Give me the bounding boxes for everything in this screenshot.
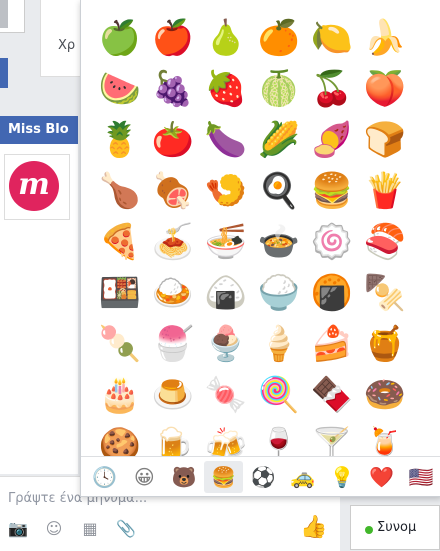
- emoji-button[interactable]: 🍆: [201, 114, 251, 165]
- emoji-button[interactable]: 🍇: [148, 63, 198, 114]
- emoji-button[interactable]: 🍧: [148, 318, 198, 369]
- emoji-button[interactable]: 🍭: [254, 369, 304, 420]
- status-label: Συνομ: [377, 520, 416, 535]
- emoji-button[interactable]: 🍳: [254, 165, 304, 216]
- emoji-button[interactable]: 🍝: [148, 216, 198, 267]
- food-tab-icon[interactable]: 🍔: [204, 461, 244, 493]
- emoji-button[interactable]: 🍡: [95, 318, 145, 369]
- activity-tab-icon[interactable]: ⚽: [243, 461, 283, 493]
- emoji-button[interactable]: 🍗: [95, 165, 145, 216]
- background-block: [0, 0, 8, 28]
- emoji-button[interactable]: 🍠: [307, 114, 357, 165]
- emoji-category-tabs: 🕓😀🐻🍔⚽🚕💡❤️🇺🇸: [81, 456, 440, 496]
- emoji-button[interactable]: 🍛: [148, 267, 198, 318]
- chat-status-bar[interactable]: Συνομ: [350, 505, 440, 550]
- chat-body: m: [0, 144, 78, 474]
- emoji-button[interactable]: 🍕: [95, 216, 145, 267]
- camera-icon[interactable]: 📷: [8, 519, 28, 539]
- emoji-button[interactable]: 🍫: [307, 369, 357, 420]
- like-button[interactable]: 👍: [300, 514, 328, 542]
- attachment-icon[interactable]: 📎: [116, 519, 136, 539]
- emoji-button[interactable]: 🍜: [201, 216, 251, 267]
- emoji-button[interactable]: 🍅: [148, 114, 198, 165]
- emoji-button[interactable]: 🍱: [95, 267, 145, 318]
- emoji-button[interactable]: 🍘: [307, 267, 357, 318]
- emoji-picker: 🍏🍎🍐🍊🍋🍌🍉🍇🍓🍈🍒🍑🍍🍅🍆🌽🍠🍞🍗🍖🍤🍳🍔🍟🍕🍝🍜🍲🍥🍣🍱🍛🍙🍚🍘🍢🍡🍧🍨🍦…: [80, 0, 440, 497]
- emoji-button[interactable]: 🍋: [307, 12, 357, 63]
- emoji-button[interactable]: 🎂: [95, 369, 145, 420]
- background-button[interactable]: [0, 58, 8, 88]
- emoji-button[interactable]: 🍥: [307, 216, 357, 267]
- emoji-button[interactable]: 🍍: [95, 114, 145, 165]
- emoji-button[interactable]: 🍮: [148, 369, 198, 420]
- emoji-button[interactable]: 🍯: [360, 318, 410, 369]
- emoji-button[interactable]: 🍏: [95, 12, 145, 63]
- emoji-button[interactable]: 🌽: [254, 114, 304, 165]
- emoji-button[interactable]: 🍑: [360, 63, 410, 114]
- emoji-button[interactable]: 🍨: [201, 318, 251, 369]
- emoji-button[interactable]: 🍙: [201, 267, 251, 318]
- partial-label: Χρ: [58, 38, 75, 53]
- emoji-button[interactable]: 🍊: [254, 12, 304, 63]
- online-dot: [365, 526, 373, 534]
- travel-tab-icon[interactable]: 🚕: [283, 461, 323, 493]
- emoji-button[interactable]: 🍖: [148, 165, 198, 216]
- animals-tab-icon[interactable]: 🐻: [164, 461, 204, 493]
- emoji-button[interactable]: 🍐: [201, 12, 251, 63]
- emoji-button[interactable]: 🍔: [307, 165, 357, 216]
- emoji-button[interactable]: 🍓: [201, 63, 251, 114]
- emoji-button[interactable]: 🍟: [360, 165, 410, 216]
- emoji-button[interactable]: 🍬: [201, 369, 251, 420]
- emoji-button[interactable]: 🍞: [360, 114, 410, 165]
- emoji-button[interactable]: 🍚: [254, 267, 304, 318]
- emoji-button[interactable]: 🍣: [360, 216, 410, 267]
- emoji-button[interactable]: 🍒: [307, 63, 357, 114]
- smileys-tab-icon[interactable]: 😀: [125, 461, 165, 493]
- emoji-button[interactable]: 🍉: [95, 63, 145, 114]
- emoji-button[interactable]: 🍢: [360, 267, 410, 318]
- symbols-tab-icon[interactable]: ❤️: [362, 461, 402, 493]
- emoji-button[interactable]: 🍌: [360, 12, 410, 63]
- objects-tab-icon[interactable]: 💡: [322, 461, 362, 493]
- emoji-grid: 🍏🍎🍐🍊🍋🍌 🍉🍇🍓🍈🍒🍑 🍍🍅🍆🌽🍠🍞 🍗🍖🍤🍳🍔🍟 🍕🍝🍜🍲🍥🍣 🍱🍛🍙🍚🍘🍢 🍡🍧🍨🍦…: [95, 12, 410, 471]
- emoji-button[interactable]: 🍩: [360, 369, 410, 420]
- clock-icon[interactable]: 🕓: [85, 461, 125, 493]
- emoji-button[interactable]: 🍦: [254, 318, 304, 369]
- emoji-button[interactable]: 🍤: [201, 165, 251, 216]
- emoji-button[interactable]: 🍎: [148, 12, 198, 63]
- sticker-icon[interactable]: ▦: [80, 519, 100, 539]
- emoji-button[interactable]: 🍰: [307, 318, 357, 369]
- avatar-logo: m: [9, 161, 59, 211]
- compose-toolbar: 📷 ☺ ▦ 📎: [8, 519, 136, 539]
- chat-title[interactable]: Miss Blo: [0, 116, 78, 144]
- avatar[interactable]: m: [4, 154, 70, 220]
- smiley-icon[interactable]: ☺: [44, 519, 64, 539]
- flags-tab-icon[interactable]: 🇺🇸: [402, 461, 440, 493]
- emoji-button[interactable]: 🍲: [254, 216, 304, 267]
- emoji-button[interactable]: 🍈: [254, 63, 304, 114]
